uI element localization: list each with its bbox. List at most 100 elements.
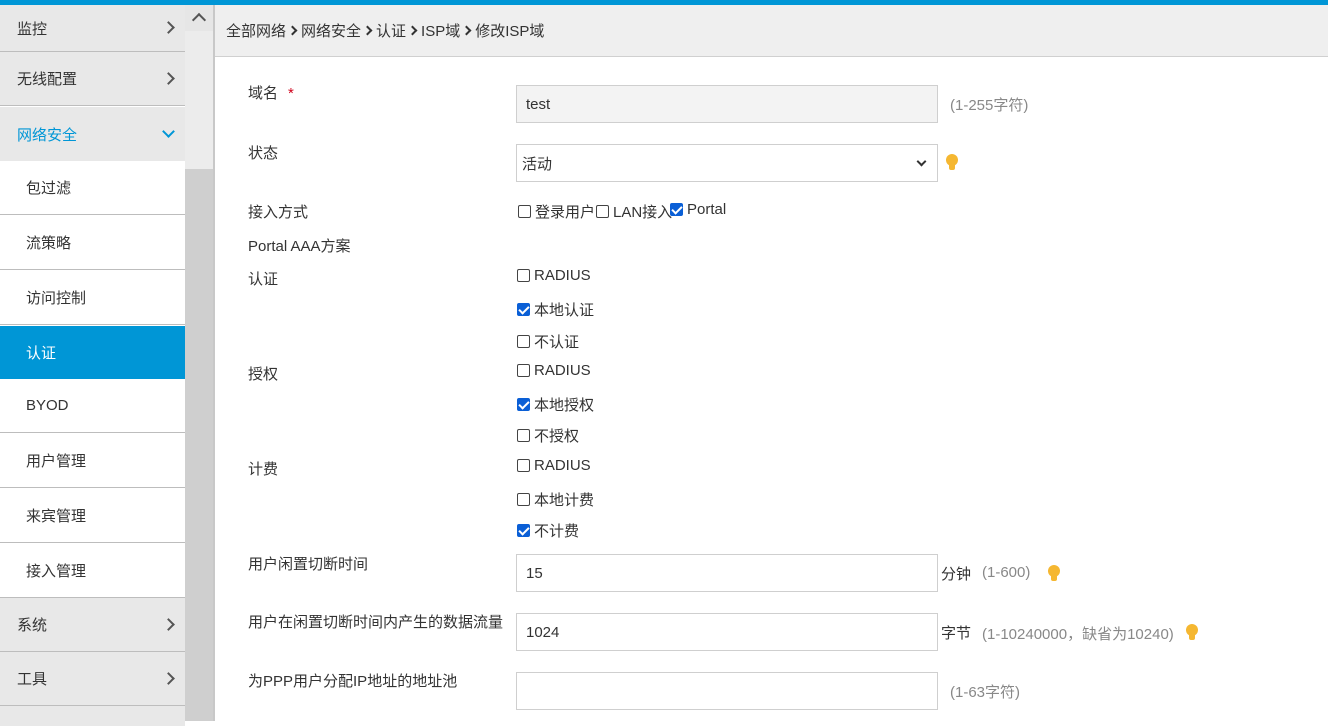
scroll-thumb[interactable] [185, 169, 213, 721]
chevron-right-icon [162, 671, 175, 685]
sidebar-item-label: 访问控制 [26, 290, 87, 307]
sidebar-item-monitor[interactable]: 监控 [0, 5, 185, 52]
access-method-label: 接入方式 [248, 204, 309, 221]
auth-radius-checkbox[interactable]: RADIUS [517, 267, 591, 284]
sidebar-item-network-security[interactable]: 网络安全 [0, 107, 185, 161]
scroll-track[interactable] [185, 31, 213, 169]
chevron-right-icon [162, 617, 175, 631]
acct-none-checkbox[interactable]: 不计费 [517, 520, 579, 541]
chevron-right-icon [407, 25, 418, 36]
authz-local-checkbox[interactable]: 本地授权 [517, 394, 594, 415]
sidebar-item-system[interactable]: 系统 [0, 598, 185, 652]
breadcrumb-item[interactable]: 网络安全 [301, 20, 361, 41]
sidebar-item-label: 认证 [26, 344, 57, 362]
sidebar-item-byod[interactable]: BYOD [0, 379, 185, 433]
breadcrumb-item[interactable]: ISP域 [421, 20, 460, 41]
idle-time-hint: (1-600) [982, 564, 1031, 581]
sidebar-item-label: 包过滤 [26, 180, 72, 197]
idle-traffic-label: 用户在闲置切断时间内产生的数据流量 [248, 614, 504, 631]
checkbox-icon[interactable] [518, 205, 531, 218]
breadcrumb-item[interactable]: 认证 [376, 20, 406, 41]
sidebar-item-label: 监控 [17, 20, 48, 38]
chevron-down-icon [916, 156, 927, 167]
sidebar-item-label: 系统 [17, 617, 48, 634]
sidebar-item-access-control[interactable]: 访问控制 [0, 271, 185, 325]
status-select[interactable]: 活动 [516, 144, 938, 182]
idle-traffic-unit: 字节 [941, 625, 972, 642]
lightbulb-icon[interactable] [1048, 565, 1060, 583]
idle-traffic-input[interactable]: 1024 [516, 613, 938, 651]
access-portal-checkbox[interactable]: Portal [670, 201, 726, 218]
ip-pool-input[interactable] [516, 672, 938, 710]
idle-time-unit: 分钟 [941, 566, 972, 583]
checkbox-icon[interactable] [517, 364, 530, 377]
checkbox-label: RADIUS [534, 267, 591, 284]
checkbox-label: 本地授权 [534, 397, 595, 414]
sidebar-item-authentication[interactable]: 认证 [0, 326, 185, 379]
checkbox-icon[interactable] [517, 459, 530, 472]
sidebar-item-tools[interactable]: 工具 [0, 652, 185, 706]
sidebar-item-label: 流策略 [26, 235, 72, 252]
chevron-right-icon [162, 71, 175, 85]
sidebar-item-flow-policy[interactable]: 流策略 [0, 216, 185, 270]
sidebar-item-label: 接入管理 [26, 563, 87, 580]
acct-local-checkbox[interactable]: 本地计费 [517, 489, 594, 510]
checkbox-label: RADIUS [534, 362, 591, 379]
breadcrumb-item[interactable]: 全部网络 [226, 20, 286, 41]
chevron-right-icon [461, 25, 472, 36]
breadcrumb-current: 修改ISP域 [475, 23, 545, 40]
idle-traffic-value: 1024 [526, 623, 560, 641]
sidebar: 监控 无线配置 网络安全 包过滤 流策略 访问控制 认证 BYOD 用户管理 来… [0, 5, 185, 726]
idle-time-input[interactable]: 15 [516, 554, 938, 592]
acct-radius-checkbox[interactable]: RADIUS [517, 457, 591, 474]
sidebar-item-packet-filter[interactable]: 包过滤 [0, 161, 185, 215]
access-lan-checkbox[interactable]: LAN接入 [596, 201, 672, 222]
sidebar-item-label: 无线配置 [17, 71, 78, 88]
sidebar-item-wireless[interactable]: 无线配置 [0, 52, 185, 106]
chevron-right-icon [362, 25, 373, 36]
status-selected-value: 活动 [522, 155, 553, 173]
portal-aaa-title: Portal AAA方案 [248, 238, 351, 255]
scroll-up-icon[interactable] [185, 5, 213, 31]
sidebar-item-access-management[interactable]: 接入管理 [0, 544, 185, 598]
checkbox-icon[interactable] [517, 493, 530, 506]
checkbox-label: RADIUS [534, 457, 591, 474]
domain-input[interactable]: test [516, 85, 938, 123]
auth-local-checkbox[interactable]: 本地认证 [517, 299, 594, 320]
lightbulb-icon[interactable] [946, 154, 958, 172]
status-label: 状态 [248, 145, 279, 162]
lightbulb-icon[interactable] [1186, 624, 1198, 642]
checkbox-label: 登录用户 [535, 204, 596, 221]
checkbox-icon[interactable] [517, 429, 530, 442]
checkbox-icon[interactable] [517, 335, 530, 348]
checkbox-icon[interactable] [596, 205, 609, 218]
idle-traffic-hint: (1-10240000，缺省为10240) [982, 626, 1174, 643]
checkbox-checked-icon[interactable] [517, 303, 530, 316]
access-login-user-checkbox[interactable]: 登录用户 [518, 201, 595, 222]
auth-label: 认证 [248, 271, 279, 288]
idle-time-value: 15 [526, 564, 543, 582]
checkbox-checked-icon[interactable] [517, 398, 530, 411]
checkbox-checked-icon[interactable] [670, 203, 683, 216]
breadcrumb: 全部网络 网络安全 认证 ISP域 修改ISP域 [215, 5, 1328, 57]
domain-hint: (1-255字符) [950, 97, 1029, 114]
checkbox-checked-icon[interactable] [517, 524, 530, 537]
idle-time-label: 用户闲置切断时间 [248, 556, 369, 573]
checkbox-icon[interactable] [517, 269, 530, 282]
checkbox-label: 不授权 [534, 428, 580, 445]
authz-radius-checkbox[interactable]: RADIUS [517, 362, 591, 379]
auth-none-checkbox[interactable]: 不认证 [517, 331, 579, 352]
sidebar-item-label: 来宾管理 [26, 508, 87, 525]
checkbox-label: 不计费 [534, 523, 580, 540]
authz-none-checkbox[interactable]: 不授权 [517, 425, 579, 446]
sidebar-item-user-management[interactable]: 用户管理 [0, 434, 185, 488]
sidebar-scrollbar[interactable] [185, 5, 213, 721]
sidebar-item-more[interactable] [0, 706, 185, 726]
checkbox-label: Portal [687, 201, 727, 218]
sidebar-item-guest-management[interactable]: 来宾管理 [0, 489, 185, 543]
ip-pool-hint: (1-63字符) [950, 684, 1021, 701]
domain-label: 域名 * [248, 82, 294, 103]
domain-label-text: 域名 [248, 85, 279, 102]
ip-pool-label: 为PPP用户分配IP地址的地址池 [248, 673, 458, 690]
authz-label: 授权 [248, 366, 279, 383]
